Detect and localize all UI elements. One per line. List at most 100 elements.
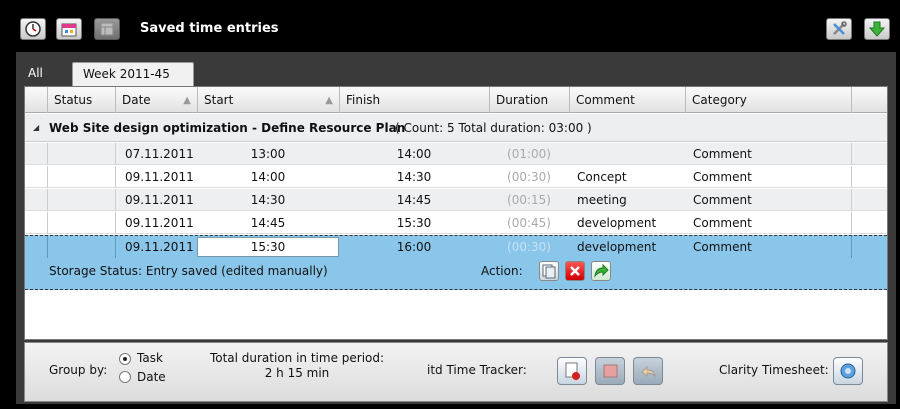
duration-cell: (01:00) (507, 147, 551, 161)
delete-entry-button[interactable] (565, 261, 585, 281)
group-by-task-radio[interactable] (119, 353, 131, 365)
group-by-label: Group by: (49, 363, 108, 377)
task-option-label[interactable]: Task (137, 351, 163, 365)
header-comment-label: Comment (576, 93, 635, 107)
delete-x-icon (570, 266, 580, 276)
itd-export-button[interactable] (557, 357, 587, 385)
date-cell: 09.11.2011 (125, 193, 194, 207)
category-cell: Comment (693, 170, 752, 184)
itd-save-button[interactable] (595, 357, 625, 385)
selected-entry[interactable]: 09.11.2011 15:30 16:00 (00:30) developme… (25, 235, 887, 290)
table-row[interactable]: 07.11.2011 13:00 14:00 (01:00) Comment (25, 143, 887, 165)
tab-bar: All Week 2011-45 (16, 52, 896, 86)
comment-cell: development (577, 240, 657, 254)
group-by-date-radio[interactable] (119, 371, 131, 383)
action-label: Action: (481, 264, 523, 278)
finish-cell: 15:30 (396, 216, 432, 230)
category-cell: Comment (693, 193, 752, 207)
table-row[interactable]: 09.11.2011 14:45 15:30 (00:45) developme… (25, 212, 887, 234)
disabled-undo-icon (641, 365, 656, 378)
calendar-button[interactable] (56, 18, 82, 40)
duration-cell: (00:15) (507, 193, 551, 207)
cell-divider (115, 189, 116, 211)
duration-cell: (00:30) (507, 240, 551, 254)
clock-icon (25, 21, 41, 37)
total-duration-value: 2 h 15 min (264, 366, 330, 380)
header-start-label: Start (204, 93, 234, 107)
document-delete-icon (565, 362, 580, 380)
sort-ascending-icon: ▲ (325, 95, 333, 106)
cell-divider (851, 166, 852, 188)
disabled-save-icon (603, 364, 618, 378)
comment-cell: development (577, 216, 657, 230)
settings-button[interactable] (826, 18, 852, 40)
table-row[interactable]: 09.11.2011 14:00 14:30 (00:30) Concept C… (25, 166, 887, 188)
header-date[interactable]: Date ▲ (115, 87, 197, 113)
header-comment[interactable]: Comment (569, 87, 685, 113)
itd-undo-button[interactable] (633, 357, 663, 385)
storage-status: Storage Status: Entry saved (edited manu… (49, 264, 328, 278)
start-cell: 14:45 (250, 216, 286, 230)
start-cell: 14:30 (250, 193, 286, 207)
page-title: Saved time entries (140, 21, 279, 36)
sort-ascending-icon: ▲ (183, 95, 191, 106)
table-row[interactable]: 09.11.2011 14:30 14:45 (00:15) meeting C… (25, 189, 887, 211)
tab-week[interactable]: Week 2011-45 (72, 62, 194, 86)
date-option-label[interactable]: Date (137, 370, 166, 384)
cell-divider (47, 236, 48, 258)
header-finish-label: Finish (346, 93, 381, 107)
cell-divider (115, 143, 116, 165)
cell-divider (47, 143, 48, 165)
cell-divider (851, 189, 852, 211)
itd-tracker-label: itd Time Tracker: (427, 363, 527, 377)
header-duration-label: Duration (496, 93, 549, 107)
cell-divider (47, 166, 48, 188)
cell-divider (115, 236, 116, 258)
title-bar: Saved time entries (0, 0, 900, 52)
clock-button[interactable] (20, 18, 46, 40)
duration-cell: (00:30) (507, 170, 551, 184)
category-cell: Comment (693, 240, 752, 254)
header-date-label: Date (122, 93, 151, 107)
cell-divider (851, 212, 852, 234)
start-time-input[interactable]: 15:30 (197, 237, 339, 257)
grid-button[interactable] (94, 18, 120, 40)
bottom-toolbar: Group by: Task Date Total duration in ti… (24, 342, 888, 402)
settings-tools-icon (833, 21, 847, 35)
collapse-triangle-icon[interactable]: ◢ (33, 114, 39, 142)
cell-divider (47, 212, 48, 234)
date-cell: 07.11.2011 (125, 147, 194, 161)
clarity-timesheet-label: Clarity Timesheet: (719, 363, 829, 377)
finish-cell: 14:30 (396, 170, 432, 184)
selected-row[interactable]: 09.11.2011 15:30 16:00 (00:30) developme… (25, 236, 887, 258)
header-duration[interactable]: Duration (489, 87, 569, 113)
disabled-grid-icon (100, 22, 114, 36)
date-cell: 09.11.2011 (125, 170, 194, 184)
finish-cell: 16:00 (396, 240, 432, 254)
green-arrow-icon (594, 263, 609, 278)
clarity-timesheet-button[interactable] (833, 357, 863, 385)
duration-cell: (00:45) (507, 216, 551, 230)
finish-cell: 14:00 (396, 147, 432, 161)
header-category[interactable]: Category (685, 87, 851, 113)
cell-divider (851, 236, 852, 258)
copy-icon (542, 264, 556, 279)
entries-grid: Status Date ▲ Start ▲ Finish Duration Comm… (24, 86, 888, 340)
header-status[interactable]: Status (47, 87, 115, 113)
copy-entry-button[interactable] (539, 261, 559, 281)
header-start[interactable]: Start ▲ (197, 87, 339, 113)
resubmit-entry-button[interactable] (591, 261, 611, 281)
header-category-label: Category (692, 93, 747, 107)
header-finish[interactable]: Finish (339, 87, 489, 113)
header-status-label: Status (54, 93, 93, 107)
main-panel: All Week 2011-45 Status Date ▲ Start ▲ Fin… (16, 52, 896, 404)
group-summary: ( Count: 5 Total duration: 03:00 ) (395, 121, 592, 135)
group-title: Web Site design optimization - Define Re… (49, 121, 406, 135)
group-row[interactable]: ◢ Web Site design optimization - Define … (25, 114, 887, 142)
date-cell: 09.11.2011 (125, 216, 194, 230)
calendar-icon (61, 23, 77, 37)
cell-divider (115, 212, 116, 234)
download-button[interactable] (864, 18, 890, 40)
comment-cell: Concept (577, 170, 627, 184)
tab-all[interactable]: All (18, 62, 53, 86)
